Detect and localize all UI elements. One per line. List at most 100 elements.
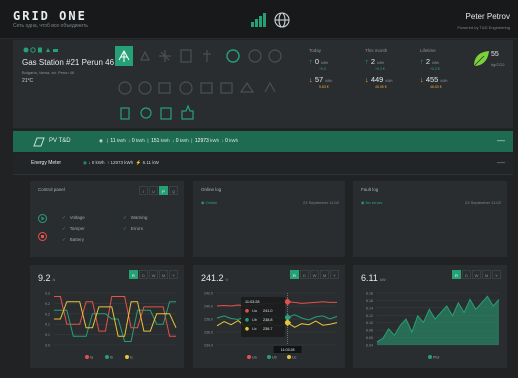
check-icon: ✓: [62, 237, 66, 242]
y-tick-label: 6.06: [366, 336, 373, 340]
building-icon[interactable]: [180, 49, 192, 63]
legend-label: Ptot: [433, 356, 439, 360]
range-button[interactable]: M: [482, 270, 491, 279]
legend-dot: [287, 355, 291, 359]
check-circle-icon[interactable]: [140, 107, 152, 119]
calculator-icon[interactable]: [160, 107, 172, 120]
stat-lifetime: Lifetime ↑ 2 kWh +0.2 € ↓ 455 kWh 46.53 €: [420, 48, 480, 89]
range-selector: R D W M Y: [451, 270, 501, 279]
energy-meter-title: Energy Meter: [31, 160, 62, 166]
powered-by: Powered by T&D Engineering: [457, 25, 510, 30]
range-button[interactable]: Y: [492, 270, 501, 279]
energy-meter-collapse-button[interactable]: —: [497, 158, 505, 167]
station-mini-icons: [23, 47, 58, 53]
signal-arrow-icon[interactable]: [264, 81, 276, 93]
range-button[interactable]: Y: [330, 270, 339, 279]
tooltip-value: 241.0: [263, 309, 273, 313]
mode-button[interactable]: Q: [169, 186, 178, 195]
pv-title: PV T&D: [49, 138, 71, 144]
wind-turbine-icon[interactable]: [159, 50, 171, 62]
mode-button[interactable]: I: [139, 186, 148, 195]
range-button-active[interactable]: R: [129, 270, 138, 279]
y-tick-label: 238.0: [204, 318, 213, 322]
mode-button[interactable]: U: [149, 186, 158, 195]
device-icons-grid: [115, 46, 282, 120]
legend-dot: [85, 355, 89, 359]
legend-label: Ub: [272, 356, 277, 360]
current-value: 9.2 A: [38, 273, 56, 283]
y-tick-label: 240.0: [204, 305, 213, 309]
range-button-active[interactable]: R: [290, 270, 299, 279]
range-button-active[interactable]: R: [452, 270, 461, 279]
station-title[interactable]: Gas Station #21 Perun 46: [22, 58, 114, 67]
pylon-icon[interactable]: [140, 50, 150, 61]
thumbs-up-icon[interactable]: [181, 104, 194, 120]
lamp-icon[interactable]: [203, 50, 211, 62]
stat-in: ↑ 2 kWh +0.2 €: [420, 57, 440, 71]
pv-metrics: ◉ | 11 kWh ↓ 0 kWh | 151 kWh ↓ 0 kWh | 1…: [99, 138, 239, 144]
co2-unit: kg/CO2: [491, 62, 505, 67]
range-button[interactable]: W: [149, 270, 158, 279]
tooltip-series: Ub: [252, 318, 257, 322]
stat-this-month: This month ↑ 2 kWh +0.2 € ↓ 449 kWh 45.95 …: [365, 48, 425, 89]
tagline: Сеть одна, чтоб все объединить: [13, 23, 88, 29]
stat-out: ↓ 57 kWh 5.83 €: [309, 75, 333, 89]
legend-label: Ua: [252, 356, 257, 360]
cycle-icon[interactable]: [138, 81, 152, 95]
speed-icon[interactable]: [268, 49, 282, 63]
range-button[interactable]: W: [310, 270, 319, 279]
signal-icon[interactable]: [251, 13, 266, 27]
legend-dot: [125, 355, 129, 359]
refresh-icon[interactable]: [118, 81, 132, 95]
mode-button-active[interactable]: P: [159, 186, 168, 195]
energy-meter-bar[interactable]: Energy Meter ◉ ↓ 0 kWh ↑ 12973 kWh ⚡ 6.1…: [13, 154, 513, 175]
grid-icon[interactable]: [220, 82, 233, 94]
legend-label: Uc: [292, 356, 297, 360]
check-icon: ✓: [123, 226, 127, 231]
current-chart[interactable]: 9.3 9.2 9.2 9.1 9.1 9.0 Ia Ib Ic: [30, 287, 184, 365]
check-tamper: ✓ Tamper: [62, 226, 85, 231]
y-tick-label: 9.1: [45, 333, 50, 337]
voltage-chart[interactable]: 242.0 240.0 238.0 236.0 234.0 Ua Ub Uc 11:03:28 U…: [193, 287, 345, 365]
user-name[interactable]: Peter Petrov: [457, 12, 510, 21]
globe-icon[interactable]: [274, 12, 290, 28]
range-button[interactable]: M: [320, 270, 329, 279]
online-log-panel: Online log ◉ Online 23 September 11:02: [193, 181, 345, 257]
range-button[interactable]: M: [159, 270, 168, 279]
range-button[interactable]: Y: [169, 270, 178, 279]
stop-button[interactable]: [38, 232, 47, 241]
y-tick-label: 9.2: [45, 302, 50, 306]
brand-logo[interactable]: GRID ONE: [13, 9, 87, 23]
tooltip-dot: [245, 327, 249, 331]
online-status: ◉ Online: [201, 200, 218, 205]
gauge-icon[interactable]: [248, 49, 262, 63]
app-root: GRID ONE Сеть одна, чтоб все объединить …: [0, 0, 518, 378]
cursor-label: 11:03:28: [281, 348, 295, 352]
power-value: 6.11 kW: [361, 273, 386, 283]
power-chart[interactable]: 6.18 6.16 6.14 6.12 6.10 6.08 6.06 6.04 Ptot: [353, 287, 507, 365]
legend-dot: [247, 355, 251, 359]
range-button[interactable]: W: [472, 270, 481, 279]
legend-label: Ib: [110, 356, 113, 360]
pv-collapse-button[interactable]: —: [497, 136, 505, 145]
voltage-chart-panel: 241.2 V R D W M Y 242.0 240.0 238.0 236.0 234…: [193, 265, 345, 368]
range-selector: R D W M Y: [289, 270, 339, 279]
play-button[interactable]: [38, 214, 47, 223]
panel-icon[interactable]: [200, 82, 213, 94]
chart-box-icon[interactable]: [158, 82, 171, 94]
range-button[interactable]: D: [139, 270, 148, 279]
fuel-pump-icon[interactable]: [120, 107, 130, 120]
user-menu[interactable]: Peter Petrov Powered by T&D Engineering: [457, 12, 510, 30]
clock-icon[interactable]: [179, 81, 193, 95]
warning-icon[interactable]: [239, 81, 255, 93]
pv-device-bar[interactable]: PV T&D ◉ | 11 kWh ↓ 0 kWh | 151 kWh ↓ 0 …: [13, 131, 513, 152]
play-icon: [41, 216, 45, 221]
tooltip-value: 238.8: [263, 318, 273, 322]
range-button[interactable]: D: [300, 270, 309, 279]
range-button[interactable]: D: [462, 270, 471, 279]
check-warning: ✓ Warning: [123, 215, 148, 220]
power-icon[interactable]: [226, 49, 240, 63]
fault-status: ◉ No errors: [361, 200, 383, 205]
fault-log-title: Fault log: [361, 187, 379, 192]
check-battery: ✓ Battery: [62, 237, 85, 242]
